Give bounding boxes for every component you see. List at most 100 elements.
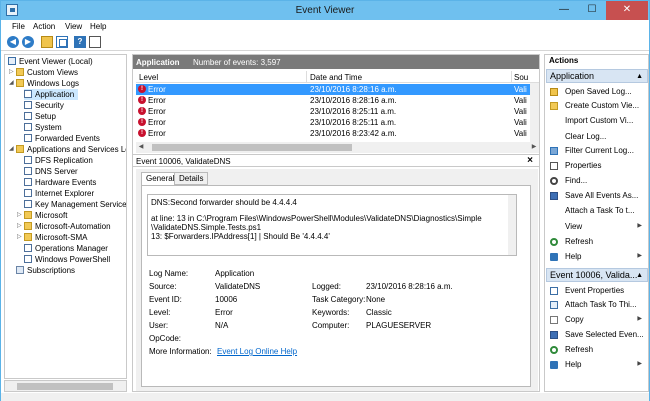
column-divider[interactable] xyxy=(511,71,512,83)
action-clear-log[interactable]: Clear Log... xyxy=(546,130,648,143)
events-column-headers: Level Date and Time Sou xyxy=(136,71,539,83)
scroll-right-icon[interactable]: ▶ xyxy=(529,142,539,153)
expand-arrow-icon[interactable]: ▷ xyxy=(17,222,23,229)
menu-action[interactable]: Action xyxy=(33,22,55,31)
tree-applications-and-services[interactable]: Applications and Services Logs xyxy=(16,144,126,155)
minimize-button[interactable]: — xyxy=(551,1,577,20)
event-properties-icon xyxy=(550,287,558,295)
close-detail-icon[interactable]: × xyxy=(527,155,533,166)
action-event-properties[interactable]: Event Properties xyxy=(546,284,648,297)
tree-custom-views[interactable]: Custom Views xyxy=(16,67,78,78)
column-divider[interactable] xyxy=(306,71,307,83)
actions-section-event[interactable]: Event 10006, Valida... ▲ xyxy=(546,268,648,282)
collapse-caret-icon[interactable]: ▲ xyxy=(636,269,643,281)
back-arrow-icon[interactable]: ◀ xyxy=(7,36,19,48)
tree-windows-logs[interactable]: Windows Logs xyxy=(16,78,79,89)
tree-key-management[interactable]: Key Management Service xyxy=(24,199,126,210)
folder-icon xyxy=(16,79,24,87)
events-vertical-scrollbar[interactable] xyxy=(530,83,539,142)
action-save-all-events[interactable]: Save All Events As... xyxy=(546,189,648,202)
description-scrollbar[interactable] xyxy=(508,195,516,255)
action-label: Filter Current Log... xyxy=(565,146,634,155)
tree-dfs-replication[interactable]: DFS Replication xyxy=(24,155,93,166)
title-bar[interactable]: Event Viewer — ☐ ✕ xyxy=(1,1,649,20)
tree-event-viewer-local[interactable]: Event Viewer (Local) xyxy=(8,56,93,67)
event-row[interactable]: ! Error 23/10/2016 8:25:11 a.m. Vali xyxy=(136,106,537,117)
menu-view[interactable]: View xyxy=(65,22,82,31)
tree-horizontal-scrollbar[interactable] xyxy=(4,380,127,392)
expand-arrow-icon[interactable]: ▷ xyxy=(9,68,15,75)
tree-microsoft-automation[interactable]: Microsoft-Automation xyxy=(24,221,111,232)
event-row[interactable]: ! Error 23/10/2016 8:28:16 a.m. Vali xyxy=(136,95,537,106)
tree-forwarded-events[interactable]: Forwarded Events xyxy=(24,133,100,144)
action-view[interactable]: View ▶ xyxy=(546,220,648,233)
tree-setup[interactable]: Setup xyxy=(24,111,56,122)
action-attach-task-to-event[interactable]: Attach Task To Thi... xyxy=(546,298,648,311)
column-level[interactable]: Level xyxy=(139,73,158,82)
action-properties[interactable]: Properties xyxy=(546,159,648,172)
folder-icon xyxy=(24,222,32,230)
event-log-online-help-link[interactable]: Event Log Online Help xyxy=(217,347,297,356)
expand-arrow-icon[interactable]: ▷ xyxy=(17,233,23,240)
close-button[interactable]: ✕ xyxy=(606,1,648,20)
column-date-time[interactable]: Date and Time xyxy=(310,73,362,82)
action-attach-task-to-log[interactable]: Attach a Task To t... xyxy=(546,204,648,217)
action-create-custom-view[interactable]: Create Custom Vie... xyxy=(546,99,648,112)
action-import-custom-view[interactable]: Import Custom Vi... xyxy=(546,114,648,127)
event-row[interactable]: ! Error 23/10/2016 8:23:42 a.m. Vali xyxy=(136,128,537,139)
action-refresh-event[interactable]: Refresh xyxy=(546,343,648,356)
opcode-label: OpCode: xyxy=(149,334,182,343)
tree-windows-powershell[interactable]: Windows PowerShell xyxy=(24,254,110,265)
menu-help[interactable]: Help xyxy=(90,22,106,31)
tree-subscriptions[interactable]: Subscriptions xyxy=(16,265,75,276)
action-help-event[interactable]: Help ▶ xyxy=(546,358,648,371)
action-save-selected-events[interactable]: Save Selected Even... xyxy=(546,328,648,341)
tree-operations-manager[interactable]: Operations Manager xyxy=(24,243,108,254)
action-refresh[interactable]: Refresh xyxy=(546,235,648,248)
collapse-arrow-icon[interactable]: ◢ xyxy=(9,79,15,86)
tree-microsoft-sma[interactable]: Microsoft-SMA xyxy=(24,232,87,243)
collapse-arrow-icon[interactable]: ◢ xyxy=(9,145,15,152)
expand-arrow-icon[interactable]: ▷ xyxy=(17,211,23,218)
maximize-button[interactable]: ☐ xyxy=(579,1,605,20)
action-filter-current-log[interactable]: Filter Current Log... xyxy=(546,144,648,157)
tab-details[interactable]: Details xyxy=(174,172,209,185)
event-id-label: Event ID: xyxy=(149,295,182,304)
action-label: Create Custom Vie... xyxy=(565,101,640,110)
forward-arrow-icon[interactable]: ▶ xyxy=(22,36,34,48)
event-row[interactable]: ! Error 23/10/2016 8:25:11 a.m. Vali xyxy=(136,117,537,128)
tree-microsoft[interactable]: Microsoft xyxy=(24,210,67,221)
action-find[interactable]: Find... xyxy=(546,174,648,187)
events-horizontal-scrollbar[interactable]: ◀ ▶ xyxy=(136,142,539,153)
tree-security[interactable]: Security xyxy=(24,100,64,111)
error-icon: ! xyxy=(138,96,146,104)
scrollbar-thumb[interactable] xyxy=(17,383,113,390)
console-tree: Event Viewer (Local) ▷ Custom Views ◢ Wi… xyxy=(4,54,127,379)
tree-internet-explorer[interactable]: Internet Explorer xyxy=(24,188,94,199)
collapse-caret-icon[interactable]: ▲ xyxy=(636,70,643,82)
scrollbar-thumb[interactable] xyxy=(152,144,352,151)
scroll-left-icon[interactable]: ◀ xyxy=(136,142,146,153)
event-level: Error xyxy=(148,107,166,116)
show-hide-console-tree-icon[interactable] xyxy=(56,36,68,48)
tree-system[interactable]: System xyxy=(24,122,62,133)
column-source[interactable]: Sou xyxy=(514,73,528,82)
show-hide-action-pane-icon[interactable] xyxy=(89,36,101,48)
tree-hardware-events[interactable]: Hardware Events xyxy=(24,177,96,188)
event-description-box[interactable]: DNS:Second forwarder should be 4.4.4.4 a… xyxy=(147,194,517,256)
action-label: Help xyxy=(565,252,582,261)
tree-label: Application xyxy=(35,90,75,99)
up-folder-icon[interactable] xyxy=(41,36,53,48)
action-copy[interactable]: Copy ▶ xyxy=(546,313,648,326)
help-icon[interactable]: ? xyxy=(74,36,86,48)
action-help[interactable]: Help ▶ xyxy=(546,250,648,263)
actions-section-application[interactable]: Application ▲ xyxy=(546,69,648,83)
action-open-saved-log[interactable]: Open Saved Log... xyxy=(546,85,648,98)
event-viewer-node-icon xyxy=(8,57,16,65)
event-row[interactable]: ! Error 23/10/2016 8:28:16 a.m. Vali xyxy=(136,84,537,95)
menu-file[interactable]: File xyxy=(12,22,25,31)
tree-label: Microsoft-Automation xyxy=(35,222,111,231)
error-icon: ! xyxy=(138,129,146,137)
tree-application[interactable]: Application xyxy=(24,89,79,100)
tree-dns-server[interactable]: DNS Server xyxy=(24,166,78,177)
